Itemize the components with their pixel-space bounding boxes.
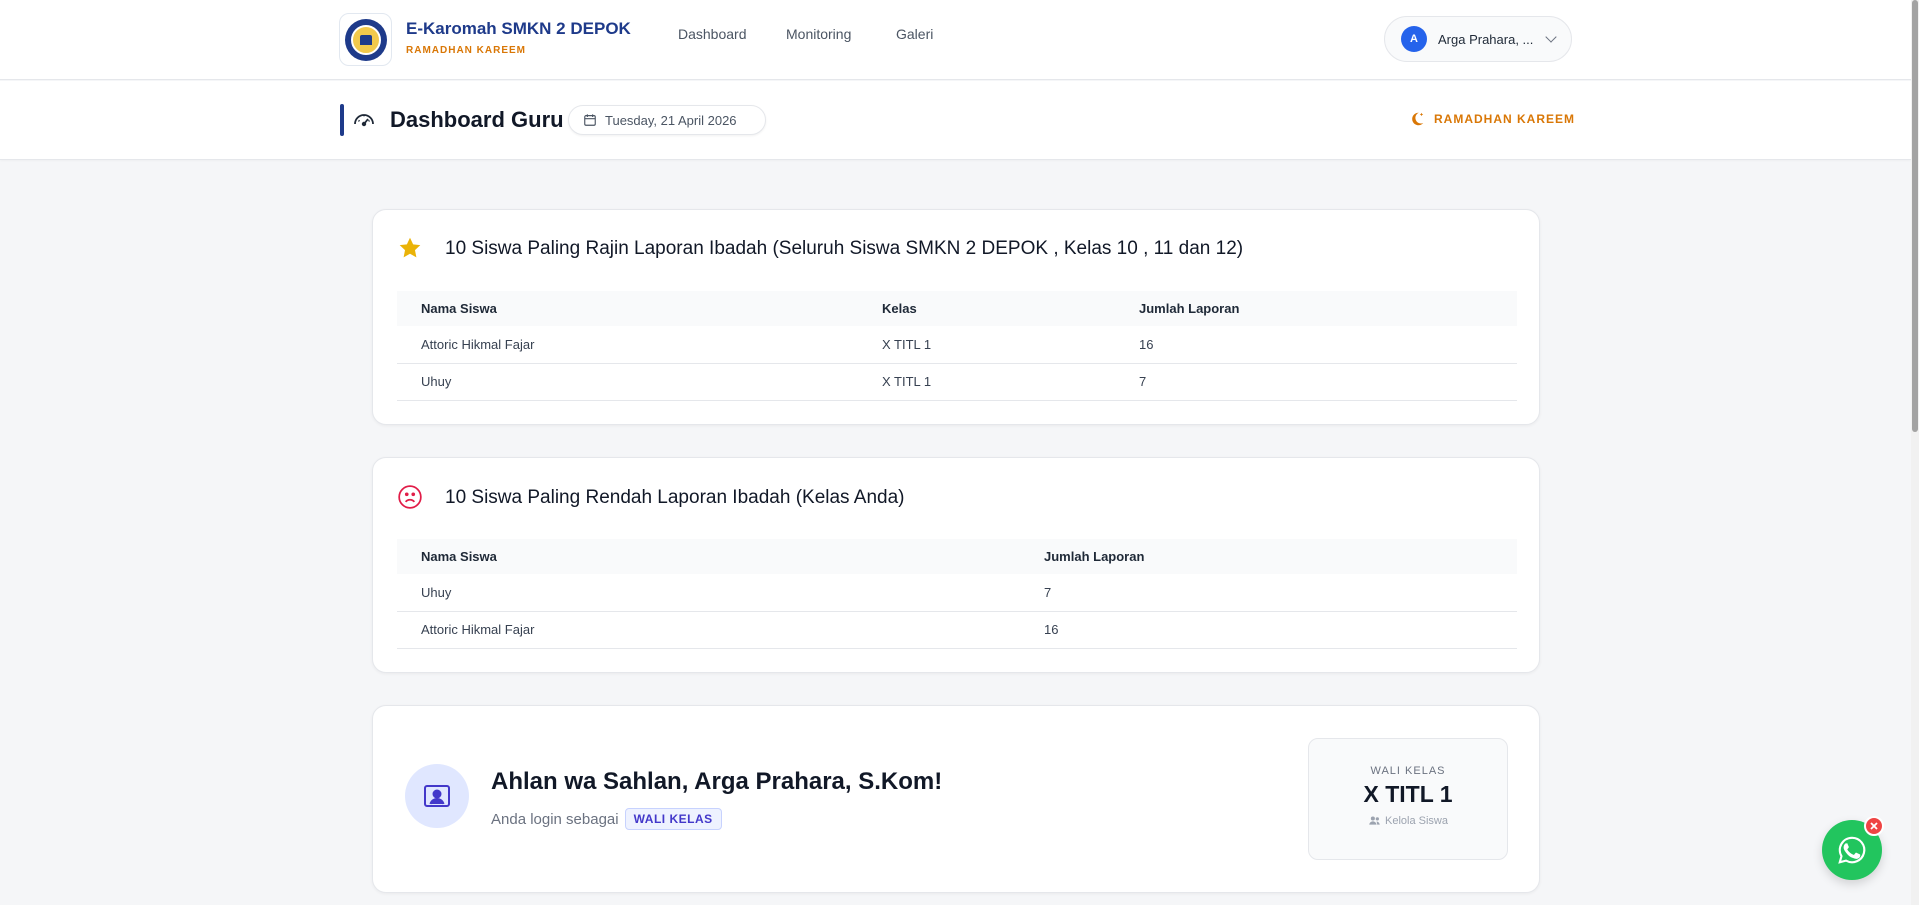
low-students-table: Nama Siswa Jumlah Laporan Uhuy 7 Attoric… <box>397 539 1517 649</box>
homeroom-class-box: WALI KELAS X TITL 1 Kelola Siswa <box>1308 738 1508 860</box>
manage-students-link[interactable]: Kelola Siswa <box>1309 814 1507 827</box>
page-title: Dashboard Guru <box>390 107 564 132</box>
close-icon <box>1870 822 1878 830</box>
close-whatsapp-button[interactable] <box>1864 816 1884 836</box>
column-header-jumlah[interactable]: Jumlah Laporan <box>1115 291 1517 326</box>
chevron-down-icon <box>1545 30 1557 43</box>
table-row[interactable]: Uhuy 7 <box>397 574 1517 612</box>
teacher-avatar <box>405 764 469 828</box>
manage-students-label: Kelola Siswa <box>1385 814 1448 827</box>
nav-link-dashboard[interactable]: Dashboard <box>678 26 747 42</box>
users-icon <box>1369 816 1380 825</box>
welcome-card: Ahlan wa Sahlan, Arga Prahara, S.Kom! An… <box>372 705 1540 893</box>
date-badge: Tuesday, 21 April 2026 <box>568 105 766 135</box>
school-logo[interactable] <box>339 13 392 66</box>
avatar: A <box>1401 26 1427 52</box>
brand-subtitle: RAMADHAN KAREEM <box>406 45 526 56</box>
report-count: 16 <box>1115 326 1517 364</box>
column-header-nama[interactable]: Nama Siswa <box>397 539 1020 574</box>
star-icon <box>399 237 421 258</box>
top-students-title: 10 Siswa Paling Rajin Laporan Ibadah (Se… <box>445 238 1244 259</box>
top-navbar: E-Karomah SMKN 2 DEPOK RAMADHAN KAREEM D… <box>0 0 1911 80</box>
top-students-table: Nama Siswa Kelas Jumlah Laporan Attoric … <box>397 291 1517 401</box>
sad-face-icon <box>398 485 422 509</box>
column-header-nama[interactable]: Nama Siswa <box>397 291 858 326</box>
column-header-kelas[interactable]: Kelas <box>858 291 1115 326</box>
student-name: Uhuy <box>397 363 858 401</box>
brand-title[interactable]: E-Karomah SMKN 2 DEPOK <box>406 19 631 39</box>
column-header-jumlah[interactable]: Jumlah Laporan <box>1020 539 1517 574</box>
top-students-card: 10 Siswa Paling Rajin Laporan Ibadah (Se… <box>372 209 1540 425</box>
student-name: Attoric Hikmal Fajar <box>397 611 1020 649</box>
ramadhan-label: RAMADHAN KAREEM <box>1434 112 1575 126</box>
table-header-row: Nama Siswa Kelas Jumlah Laporan <box>397 291 1517 326</box>
welcome-heading: Ahlan wa Sahlan, Arga Prahara, S.Kom! <box>491 768 943 795</box>
table-row[interactable]: Attoric Hikmal Fajar 16 <box>397 611 1517 649</box>
low-students-card: 10 Siswa Paling Rendah Laporan Ibadah (K… <box>372 457 1540 673</box>
table-row[interactable]: Attoric Hikmal Fajar X TITL 1 16 <box>397 326 1517 364</box>
page-header <box>0 81 1911 160</box>
title-accent-bar <box>340 104 344 136</box>
gauge-icon <box>354 114 374 127</box>
scrollbar-thumb[interactable] <box>1912 0 1918 432</box>
nav-link-monitoring[interactable]: Monitoring <box>786 26 851 42</box>
student-class: X TITL 1 <box>858 363 1115 401</box>
table-row[interactable]: Uhuy X TITL 1 7 <box>397 363 1517 401</box>
homeroom-label: WALI KELAS <box>1370 765 1446 777</box>
current-date: Tuesday, 21 April 2026 <box>605 112 737 128</box>
homeroom-class-name: X TITL 1 <box>1363 781 1453 807</box>
report-count: 7 <box>1115 363 1517 401</box>
whatsapp-icon <box>1838 836 1866 864</box>
student-class: X TITL 1 <box>858 326 1115 364</box>
nav-link-galeri[interactable]: Galeri <box>896 26 933 42</box>
calendar-icon <box>584 114 596 126</box>
low-students-title: 10 Siswa Paling Rendah Laporan Ibadah (K… <box>445 487 905 508</box>
role-badge: WALI KELAS <box>624 808 722 830</box>
student-name: Uhuy <box>397 574 1020 612</box>
report-count: 7 <box>1020 574 1517 612</box>
user-menu-button[interactable]: A Arga Prahara, ... <box>1384 16 1572 62</box>
user-portrait-icon <box>424 785 450 807</box>
logo-emblem-icon <box>344 18 387 61</box>
report-count: 16 <box>1020 611 1517 649</box>
user-name: Arga Prahara, ... <box>1438 31 1534 47</box>
ramadhan-badge: RAMADHAN KAREEM <box>1408 110 1575 128</box>
crescent-moon-icon <box>1412 112 1424 126</box>
login-as-label: Anda login sebagai <box>491 810 619 828</box>
login-role-text: Anda login sebagai WALI KELAS <box>491 808 722 830</box>
student-name: Attoric Hikmal Fajar <box>397 326 858 364</box>
table-header-row: Nama Siswa Jumlah Laporan <box>397 539 1517 574</box>
